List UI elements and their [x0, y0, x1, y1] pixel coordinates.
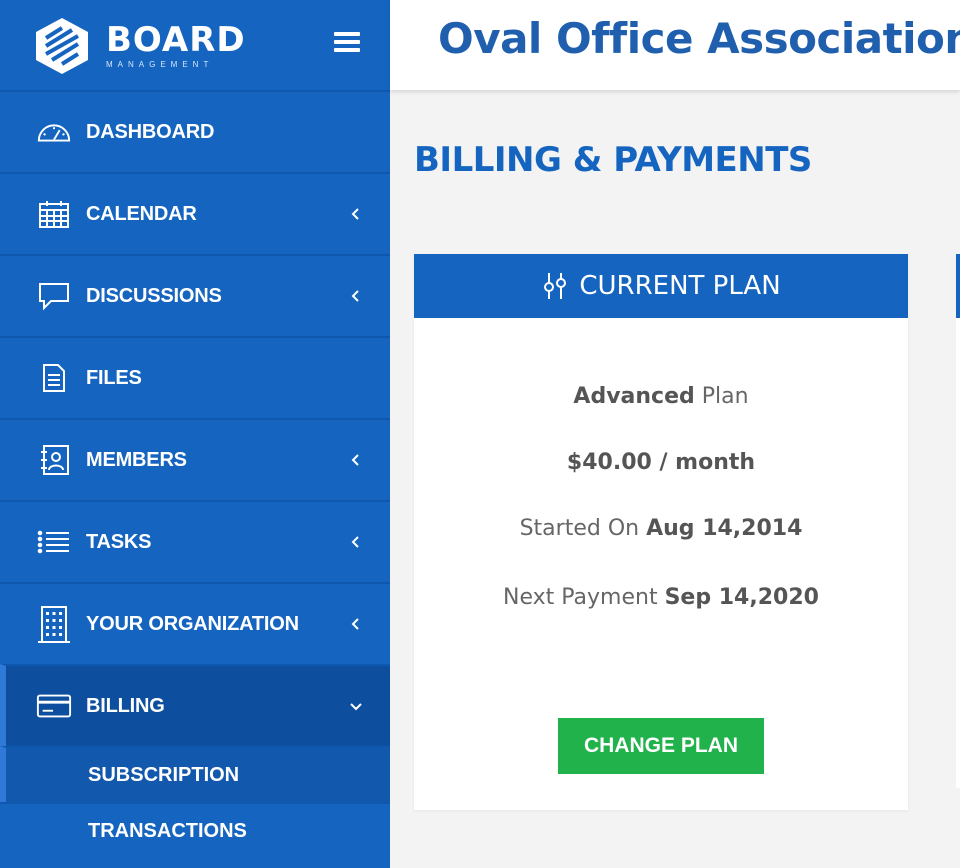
next-payment-date: Sep 14,2020 [664, 585, 819, 610]
sidebar-item-tasks[interactable]: TASKS [0, 500, 390, 582]
started-on-date: Aug 14,2014 [646, 516, 803, 541]
logo-wordmark: BOARD [106, 20, 246, 60]
started-on-line: Started On Aug 14,2014 [414, 516, 908, 541]
credit-card-icon [36, 688, 72, 724]
sidebar-item-label: CALENDAR [86, 202, 197, 225]
sidebar-item-members[interactable]: MEMBERS [0, 418, 390, 500]
sidebar-item-discussions[interactable]: DISCUSSIONS [0, 254, 390, 336]
sidebar-item-label: TASKS [86, 530, 152, 553]
chat-bubble-icon [36, 278, 72, 314]
second-card-header-edge [956, 254, 960, 318]
chevron-down-icon [350, 703, 362, 711]
plan-name: Advanced [573, 384, 695, 409]
sidebar-subitem-transactions[interactable]: TRANSACTIONS [0, 802, 390, 858]
sidebar-item-dashboard[interactable]: DASHBOARD [0, 90, 390, 172]
card-header: CURRENT PLAN [414, 254, 908, 318]
logo-icon [36, 18, 88, 74]
chevron-left-icon [351, 536, 359, 548]
sidebar-item-label: BILLING [86, 694, 165, 717]
logo-subtitle: MANAGEMENT [106, 60, 214, 69]
sidebar-item-label: YOUR ORGANIZATION [86, 612, 299, 635]
sliders-icon [544, 273, 567, 299]
current-plan-card: CURRENT PLAN Advanced Plan $40.00 / mont… [414, 254, 908, 810]
next-payment-line: Next Payment Sep 14,2020 [414, 585, 908, 610]
chevron-left-icon [351, 454, 359, 466]
sidebar-item-your-organization[interactable]: YOUR ORGANIZATION [0, 582, 390, 664]
sidebar-subitem-subscription[interactable]: SUBSCRIPTION [0, 746, 390, 802]
plan-name-line: Advanced Plan [414, 384, 908, 409]
plan-price-line: $40.00 / month [414, 450, 908, 475]
sidebar-subitem-label: TRANSACTIONS [88, 819, 247, 842]
sidebar-item-files[interactable]: FILES [0, 336, 390, 418]
second-card-body-edge [956, 318, 960, 788]
dashboard-gauge-icon [36, 114, 72, 150]
sidebar-item-label: MEMBERS [86, 448, 187, 471]
sidebar-item-calendar[interactable]: CALENDAR [0, 172, 390, 254]
page-title: BILLING & PAYMENTS [414, 140, 812, 180]
change-plan-button[interactable]: CHANGE PLAN [558, 718, 764, 774]
list-icon [36, 524, 72, 560]
document-icon [36, 360, 72, 396]
started-on-label: Started On [519, 516, 647, 541]
calendar-icon [36, 196, 72, 232]
sidebar-item-label: FILES [86, 366, 142, 389]
logo-text: BOARD MANAGEMENT [106, 22, 246, 70]
address-book-icon [36, 442, 72, 478]
top-bar: Oval Office Association [390, 0, 960, 90]
organization-title: Oval Office Association [438, 14, 960, 63]
chevron-left-icon [351, 290, 359, 302]
plan-price: $40.00 / month [566, 450, 756, 475]
card-title: CURRENT PLAN [579, 271, 781, 301]
sidebar-item-label: DASHBOARD [86, 120, 215, 143]
sidebar: BOARD MANAGEMENT DASHBOARD CALENDAR DISC… [0, 0, 390, 868]
plan-suffix: Plan [694, 384, 749, 409]
hamburger-menu-icon[interactable] [334, 32, 360, 54]
sidebar-subitem-label: SUBSCRIPTION [88, 763, 240, 786]
sidebar-item-label: DISCUSSIONS [86, 284, 222, 307]
next-payment-label: Next Payment [503, 585, 665, 610]
chevron-left-icon [351, 208, 359, 220]
building-icon [36, 606, 72, 643]
brand-header: BOARD MANAGEMENT [0, 0, 390, 90]
sidebar-item-billing[interactable]: BILLING [0, 664, 390, 746]
chevron-left-icon [351, 618, 359, 630]
